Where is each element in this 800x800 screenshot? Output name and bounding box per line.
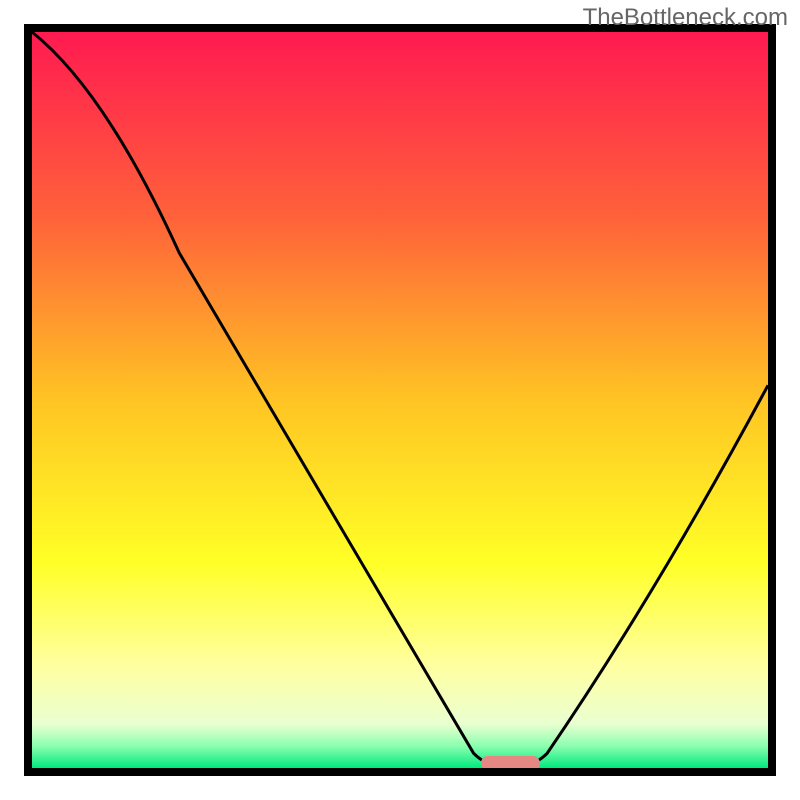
chart-svg [0,0,800,800]
watermark-text: TheBottleneck.com [583,4,788,32]
optimal-marker [481,756,540,770]
gradient-background [32,32,768,768]
bottleneck-chart: TheBottleneck.com [0,0,800,800]
